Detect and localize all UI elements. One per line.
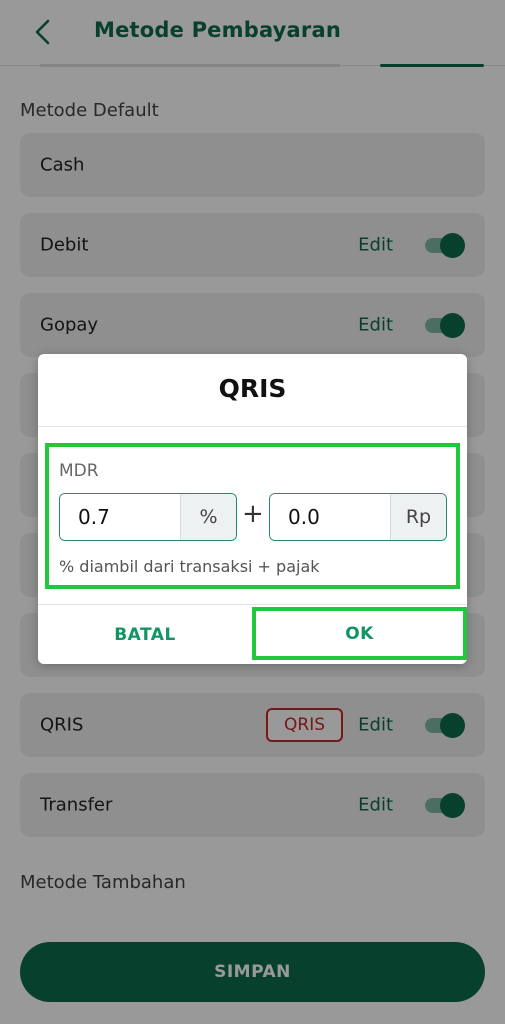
percent-suffix: % [180,494,236,540]
divider [38,426,467,427]
payment-methods-screen: Metode Pembayaran Metode Default Cash De… [0,0,505,1024]
mdr-percent-group: % [59,493,237,541]
ok-button[interactable]: OK [252,607,467,660]
mdr-section: MDR % + Rp % diambil dari transaksi + pa… [45,443,460,589]
plus-sign: + [242,499,264,529]
mdr-rp-group: Rp [269,493,447,541]
qris-dialog: QRIS MDR % + Rp % diambil dari transaksi… [38,354,467,664]
mdr-percent-input[interactable] [60,494,180,540]
mdr-help-text: % diambil dari transaksi + pajak [59,557,320,576]
mdr-label: MDR [59,461,99,481]
rp-suffix: Rp [390,494,446,540]
mdr-rp-input[interactable] [270,494,390,540]
cancel-button[interactable]: BATAL [38,605,252,664]
dialog-title: QRIS [218,374,287,403]
